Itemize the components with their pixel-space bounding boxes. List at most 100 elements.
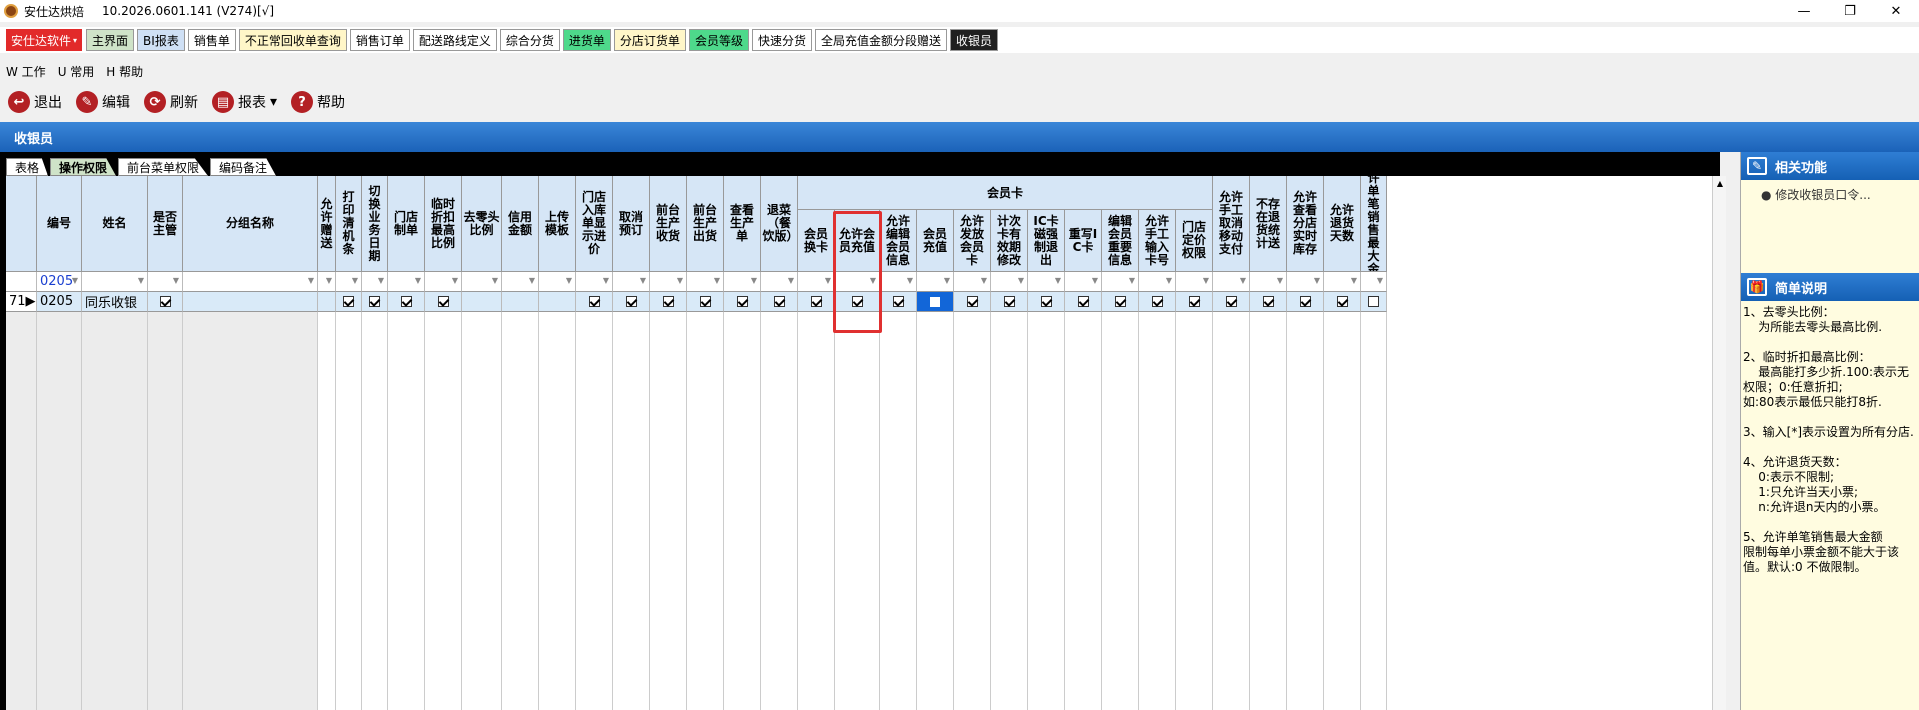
table-cell[interactable] — [183, 292, 318, 312]
table-cell[interactable] — [502, 292, 539, 312]
filter-cell[interactable]: ▼ — [1361, 272, 1387, 292]
nav-tab[interactable]: 配送路线定义 — [412, 29, 497, 51]
filter-dropdown-icon[interactable]: ▼ — [173, 276, 179, 285]
filter-cell[interactable]: ▼ — [1250, 272, 1287, 292]
nav-tab[interactable]: 分店订货单 — [613, 29, 686, 51]
table-cell[interactable] — [1324, 292, 1361, 312]
checkbox[interactable] — [773, 296, 785, 307]
checkbox[interactable] — [588, 296, 600, 307]
filter-cell[interactable]: ▼ — [318, 272, 336, 292]
menu-item[interactable]: W 工作 — [6, 63, 46, 80]
table-cell[interactable] — [1176, 292, 1213, 312]
table-cell[interactable] — [1361, 292, 1387, 312]
table-cell[interactable] — [1028, 292, 1065, 312]
table-cell[interactable] — [1065, 292, 1102, 312]
filter-dropdown-icon[interactable]: ▼ — [1203, 276, 1209, 285]
table-cell[interactable] — [1250, 292, 1287, 312]
table-cell[interactable] — [1213, 292, 1250, 312]
filter-dropdown-icon[interactable]: ▼ — [415, 276, 421, 285]
filter-cell[interactable]: ▼ — [1102, 272, 1139, 292]
filter-dropdown-icon[interactable]: ▼ — [326, 276, 332, 285]
nav-tab[interactable]: 快速分货 — [751, 29, 812, 51]
filter-cell[interactable]: ▼ — [1287, 272, 1324, 292]
table-cell[interactable] — [1287, 292, 1324, 312]
filter-cell[interactable]: ▼ — [917, 272, 954, 292]
menu-item[interactable]: U 常用 — [58, 63, 95, 80]
checkbox[interactable] — [1003, 296, 1015, 307]
table-cell[interactable] — [1139, 292, 1176, 312]
nav-tab[interactable]: 综合分货 — [499, 29, 560, 51]
filter-dropdown-icon[interactable]: ▼ — [677, 276, 683, 285]
filter-cell[interactable]: ▼ — [362, 272, 388, 292]
filter-cell[interactable]: ▼ — [724, 272, 761, 292]
table-cell[interactable] — [425, 292, 462, 312]
filter-dropdown-icon[interactable]: ▼ — [1277, 276, 1283, 285]
filter-cell[interactable]: ▼ — [954, 272, 991, 292]
filter-cell[interactable]: ▼ — [148, 272, 183, 292]
checkbox[interactable] — [1262, 296, 1274, 307]
table-cell[interactable]: 同乐收银 — [82, 292, 148, 312]
table-cell[interactable] — [724, 292, 761, 312]
filter-dropdown-icon[interactable]: ▼ — [1377, 276, 1383, 285]
toolbar-button-1[interactable]: ✎ 编辑 — [76, 91, 130, 113]
table-cell[interactable] — [991, 292, 1028, 312]
checkbox[interactable] — [1299, 296, 1311, 307]
checkbox[interactable] — [1336, 296, 1348, 307]
filter-cell[interactable]: ▼ — [183, 272, 318, 292]
table-cell[interactable] — [687, 292, 724, 312]
filter-cell[interactable]: ▼ — [425, 272, 462, 292]
filter-dropdown-icon[interactable]: ▼ — [825, 276, 831, 285]
filter-cell[interactable]: ▼ — [576, 272, 613, 292]
filter-cell[interactable]: ▼ — [502, 272, 539, 292]
checkbox[interactable] — [1114, 296, 1126, 307]
checkbox[interactable] — [1225, 296, 1237, 307]
checkbox[interactable] — [892, 296, 904, 307]
nav-tab[interactable]: BI报表 — [137, 29, 185, 51]
table-cell[interactable] — [917, 292, 954, 312]
filter-dropdown-icon[interactable]: ▼ — [1092, 276, 1098, 285]
filter-cell[interactable]: ▼ — [1324, 272, 1361, 292]
vertical-scrollbar[interactable]: ▲ — [1712, 176, 1726, 710]
checkbox[interactable] — [625, 296, 637, 307]
nav-tab[interactable]: 进货单 — [562, 29, 611, 51]
checkbox[interactable] — [810, 296, 822, 307]
table-cell[interactable] — [318, 292, 336, 312]
table-cell[interactable] — [1102, 292, 1139, 312]
checkbox[interactable] — [343, 296, 354, 307]
checkbox[interactable] — [437, 296, 449, 307]
filter-cell[interactable]: ▼ — [1213, 272, 1250, 292]
filter-cell[interactable]: ▼ — [761, 272, 798, 292]
checkbox[interactable] — [1040, 296, 1052, 307]
table-cell[interactable] — [761, 292, 798, 312]
filter-dropdown-icon[interactable]: ▼ — [1129, 276, 1135, 285]
checkbox[interactable] — [1151, 296, 1163, 307]
filter-cell[interactable]: ▼ — [880, 272, 917, 292]
filter-cell[interactable]: 0205 ▼ — [37, 272, 82, 292]
table-cell[interactable] — [336, 292, 362, 312]
filter-dropdown-icon[interactable]: ▼ — [1166, 276, 1172, 285]
table-cell[interactable] — [613, 292, 650, 312]
checkbox[interactable] — [662, 296, 674, 307]
filter-dropdown-icon[interactable]: ▼ — [1314, 276, 1320, 285]
filter-dropdown-icon[interactable]: ▼ — [640, 276, 646, 285]
minimize-button[interactable]: — — [1781, 0, 1827, 22]
toolbar-button-3[interactable]: ▤ 报表 ▾ — [212, 91, 277, 113]
table-cell[interactable] — [650, 292, 687, 312]
table-cell[interactable] — [148, 292, 183, 312]
table-cell[interactable] — [362, 292, 388, 312]
table-cell[interactable] — [954, 292, 991, 312]
checkbox[interactable] — [369, 296, 380, 307]
table-cell[interactable] — [539, 292, 576, 312]
scroll-up-icon[interactable]: ▲ — [1713, 176, 1727, 190]
filter-dropdown-icon[interactable]: ▼ — [981, 276, 987, 285]
sub-tab[interactable]: 前台菜单权限 — [118, 158, 209, 176]
filter-dropdown-icon[interactable]: ▼ — [452, 276, 458, 285]
filter-cell[interactable]: ▼ — [798, 272, 835, 292]
menu-item[interactable]: H 帮助 — [106, 63, 143, 80]
toolbar-button-4[interactable]: ? 帮助 — [291, 91, 345, 113]
nav-tab[interactable]: 销售单 — [187, 29, 236, 51]
filter-dropdown-icon[interactable]: ▼ — [907, 276, 913, 285]
sub-tab[interactable]: 编码备注 — [210, 158, 277, 176]
nav-tab[interactable]: 收银员 — [949, 29, 998, 51]
filter-cell[interactable]: ▼ — [1028, 272, 1065, 292]
